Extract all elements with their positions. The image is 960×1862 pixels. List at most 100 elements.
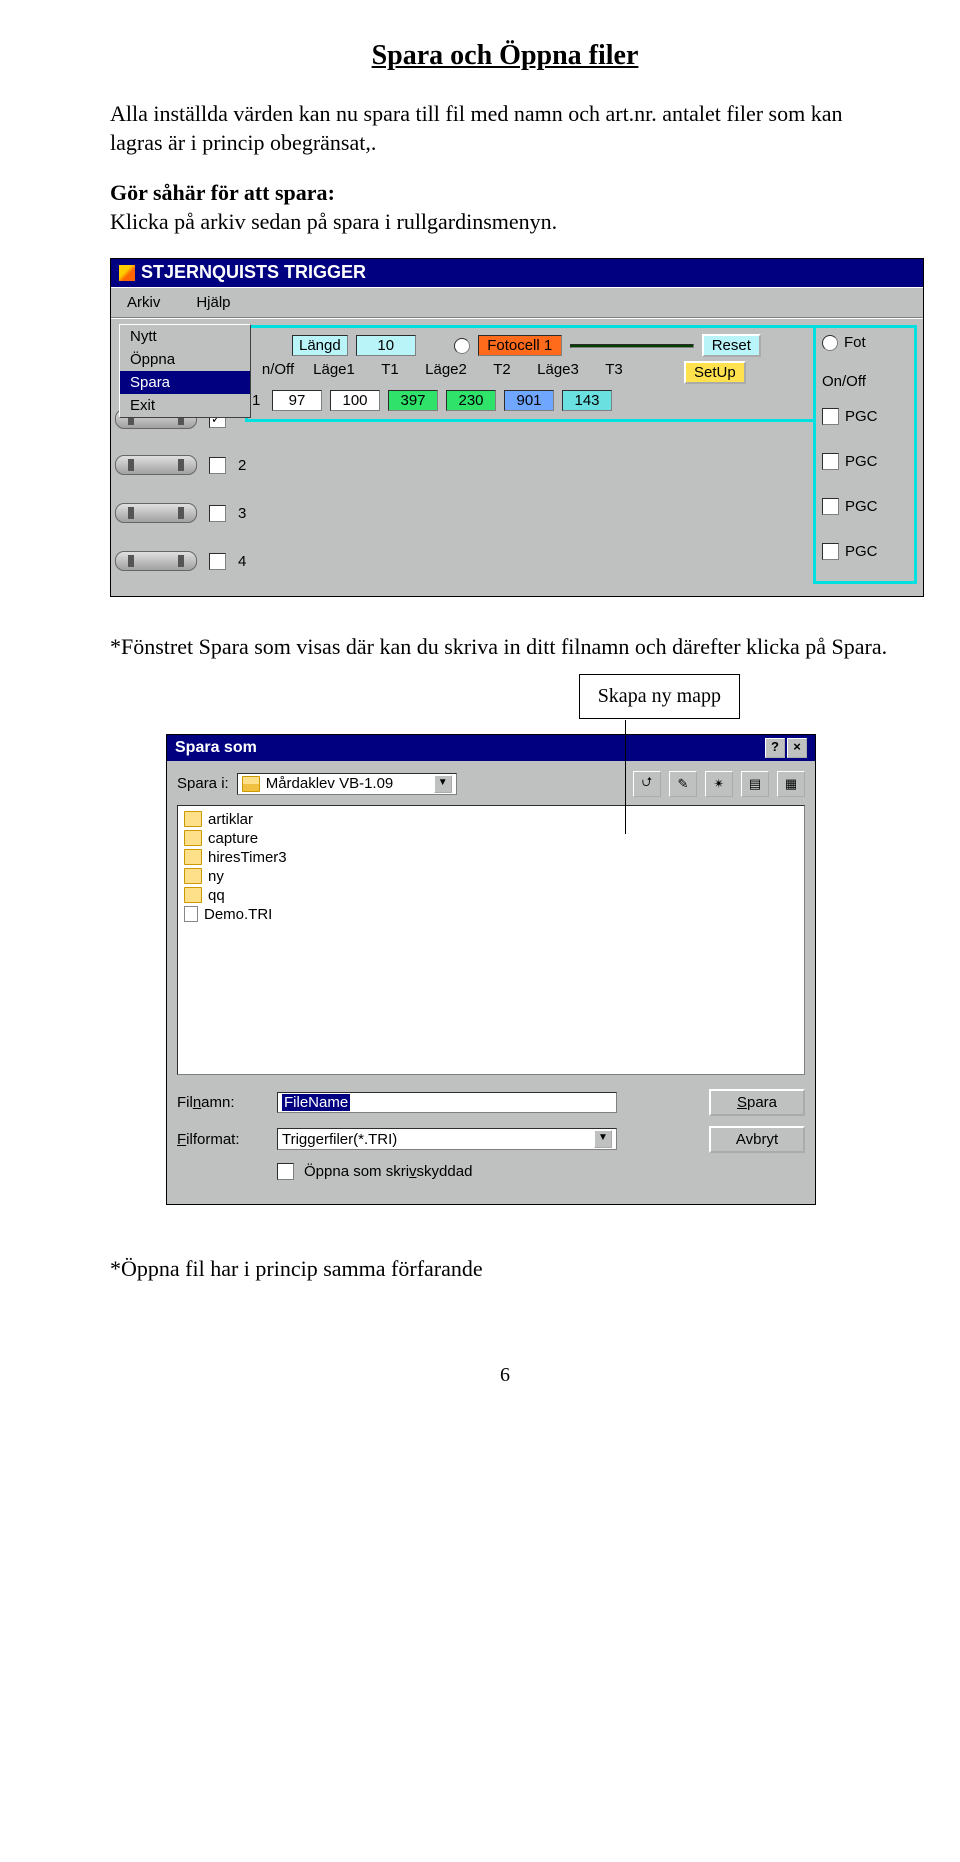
list-view-icon[interactable]: ▤ <box>741 771 769 797</box>
row-num-2: 2 <box>238 457 246 474</box>
langd-label: Längd <box>292 335 348 356</box>
menu-spara[interactable]: Spara <box>120 371 250 394</box>
pgc-check-1[interactable] <box>822 408 839 425</box>
save-in-label: Spara i: <box>177 775 229 792</box>
readonly-checkbox[interactable] <box>277 1163 294 1180</box>
paragraph-spara-som: *Fönstret Spara som visas där kan du skr… <box>110 633 900 662</box>
save-as-dialog: Spara som ? × Spara i: Mårdaklev VB-1.09… <box>166 734 816 1205</box>
pgc-label-3: PGC <box>845 498 878 515</box>
save-button[interactable]: Spara <box>709 1089 805 1116</box>
reset-button[interactable]: Reset <box>702 334 761 357</box>
col-t1: T1 <box>366 361 414 384</box>
fotocell-label: Fotocell 1 <box>478 335 562 356</box>
chevron-down-icon[interactable]: ▼ <box>434 775 452 793</box>
col-lage3: Läge3 <box>534 361 582 384</box>
folder-icon <box>184 811 202 827</box>
help-button[interactable]: ? <box>765 738 785 758</box>
page-number: 6 <box>110 1364 900 1387</box>
up-one-level-icon[interactable]: ⮍ <box>633 771 661 797</box>
paragraph-oppna: *Öppna fil har i princip samma förfarand… <box>110 1255 900 1284</box>
row-check-2[interactable] <box>209 457 226 474</box>
langd-value[interactable]: 10 <box>356 335 416 356</box>
right-panel: Fot On/Off PGC PGC PGC PGC <box>813 325 917 584</box>
list-item[interactable]: ny <box>182 867 800 886</box>
close-button[interactable]: × <box>787 738 807 758</box>
page-title: Spara och Öppna filer <box>110 40 900 72</box>
intro-paragraph: Alla inställda värden kan nu spara till … <box>110 100 900 157</box>
menu-hjalp[interactable]: Hjälp <box>190 292 236 313</box>
chevron-down-icon[interactable]: ▼ <box>594 1130 612 1148</box>
row-check-3[interactable] <box>209 505 226 522</box>
fileformat-label: Filformat: <box>177 1131 267 1148</box>
fotocell-display <box>570 344 694 348</box>
filename-label: Filnamn: <box>177 1094 267 1111</box>
fileformat-value: Triggerfiler(*.TRI) <box>282 1131 397 1148</box>
filename-input[interactable]: FileName <box>277 1092 617 1113</box>
row-num-4: 4 <box>238 553 246 570</box>
row-num-1: 1 <box>252 392 264 409</box>
file-icon <box>184 906 198 922</box>
menu-exit[interactable]: Exit <box>120 394 250 417</box>
pgc-label-4: PGC <box>845 543 878 560</box>
slider-icon[interactable] <box>115 551 197 571</box>
list-item[interactable]: artiklar <box>182 810 800 829</box>
list-item[interactable]: Demo.TRI <box>182 905 800 924</box>
arkiv-dropdown: Nytt Öppna Spara Exit <box>119 324 251 418</box>
folder-icon <box>184 887 202 903</box>
pgc-check-4[interactable] <box>822 543 839 560</box>
cell[interactable]: 901 <box>504 390 554 411</box>
details-view-icon[interactable]: ▦ <box>777 771 805 797</box>
col-lage2: Läge2 <box>422 361 470 384</box>
desktop-icon[interactable]: ✎ <box>669 771 697 797</box>
slider-icon[interactable] <box>115 503 197 523</box>
fot-label: Fot <box>844 334 866 351</box>
save-in-combo[interactable]: Mårdaklev VB-1.09 ▼ <box>237 773 457 795</box>
pgc-label-1: PGC <box>845 408 878 425</box>
folder-icon <box>184 830 202 846</box>
title-bar: STJERNQUISTS TRIGGER <box>111 259 923 287</box>
col-t3: T3 <box>590 361 638 384</box>
folder-icon <box>184 849 202 865</box>
folder-open-icon <box>242 776 260 792</box>
fileformat-combo[interactable]: Triggerfiler(*.TRI) ▼ <box>277 1128 617 1150</box>
cell[interactable]: 97 <box>272 390 322 411</box>
cell[interactable]: 397 <box>388 390 438 411</box>
folder-icon <box>184 868 202 884</box>
trigger-window: STJERNQUISTS TRIGGER Arkiv Hjälp Nytt Öp… <box>110 258 924 597</box>
pgc-label-2: PGC <box>845 453 878 470</box>
app-icon <box>119 265 135 281</box>
row-num-3: 3 <box>238 505 246 522</box>
setup-button[interactable]: SetUp <box>684 361 746 384</box>
menu-nytt[interactable]: Nytt <box>120 325 250 348</box>
menu-bar: Arkiv Hjälp <box>111 287 923 318</box>
window-title: STJERNQUISTS TRIGGER <box>141 262 366 283</box>
radio-icon[interactable] <box>454 338 470 354</box>
list-item[interactable]: hiresTimer3 <box>182 848 800 867</box>
menu-oppna[interactable]: Öppna <box>120 348 250 371</box>
col-noff: n/Off <box>254 361 302 384</box>
callout-skapa-ny-mapp: Skapa ny mapp <box>579 674 740 719</box>
cell[interactable]: 230 <box>446 390 496 411</box>
menu-arkiv[interactable]: Arkiv <box>121 292 166 313</box>
slider-icon[interactable] <box>115 455 197 475</box>
dialog-title-bar: Spara som ? × <box>167 735 815 761</box>
callout-line <box>625 720 626 834</box>
cell[interactable]: 143 <box>562 390 612 411</box>
instruction-paragraph: Gör såhär för att spara: Klicka på arkiv… <box>110 179 900 236</box>
pgc-check-3[interactable] <box>822 498 839 515</box>
cancel-button[interactable]: Avbryt <box>709 1126 805 1153</box>
readonly-label: Öppna som skrivskyddad <box>304 1163 472 1180</box>
list-item[interactable]: qq <box>182 886 800 905</box>
onoff-header: On/Off <box>822 373 866 390</box>
col-lage1: Läge1 <box>310 361 358 384</box>
save-in-value: Mårdaklev VB-1.09 <box>266 775 394 792</box>
file-list[interactable]: artiklar capture hiresTimer3 ny qq Demo.… <box>177 805 805 1075</box>
radio-icon[interactable] <box>822 335 838 351</box>
list-item[interactable]: capture <box>182 829 800 848</box>
pgc-check-2[interactable] <box>822 453 839 470</box>
col-t2: T2 <box>478 361 526 384</box>
dialog-title: Spara som <box>175 739 257 757</box>
cell[interactable]: 100 <box>330 390 380 411</box>
new-folder-icon[interactable]: ✴ <box>705 771 733 797</box>
row-check-4[interactable] <box>209 553 226 570</box>
